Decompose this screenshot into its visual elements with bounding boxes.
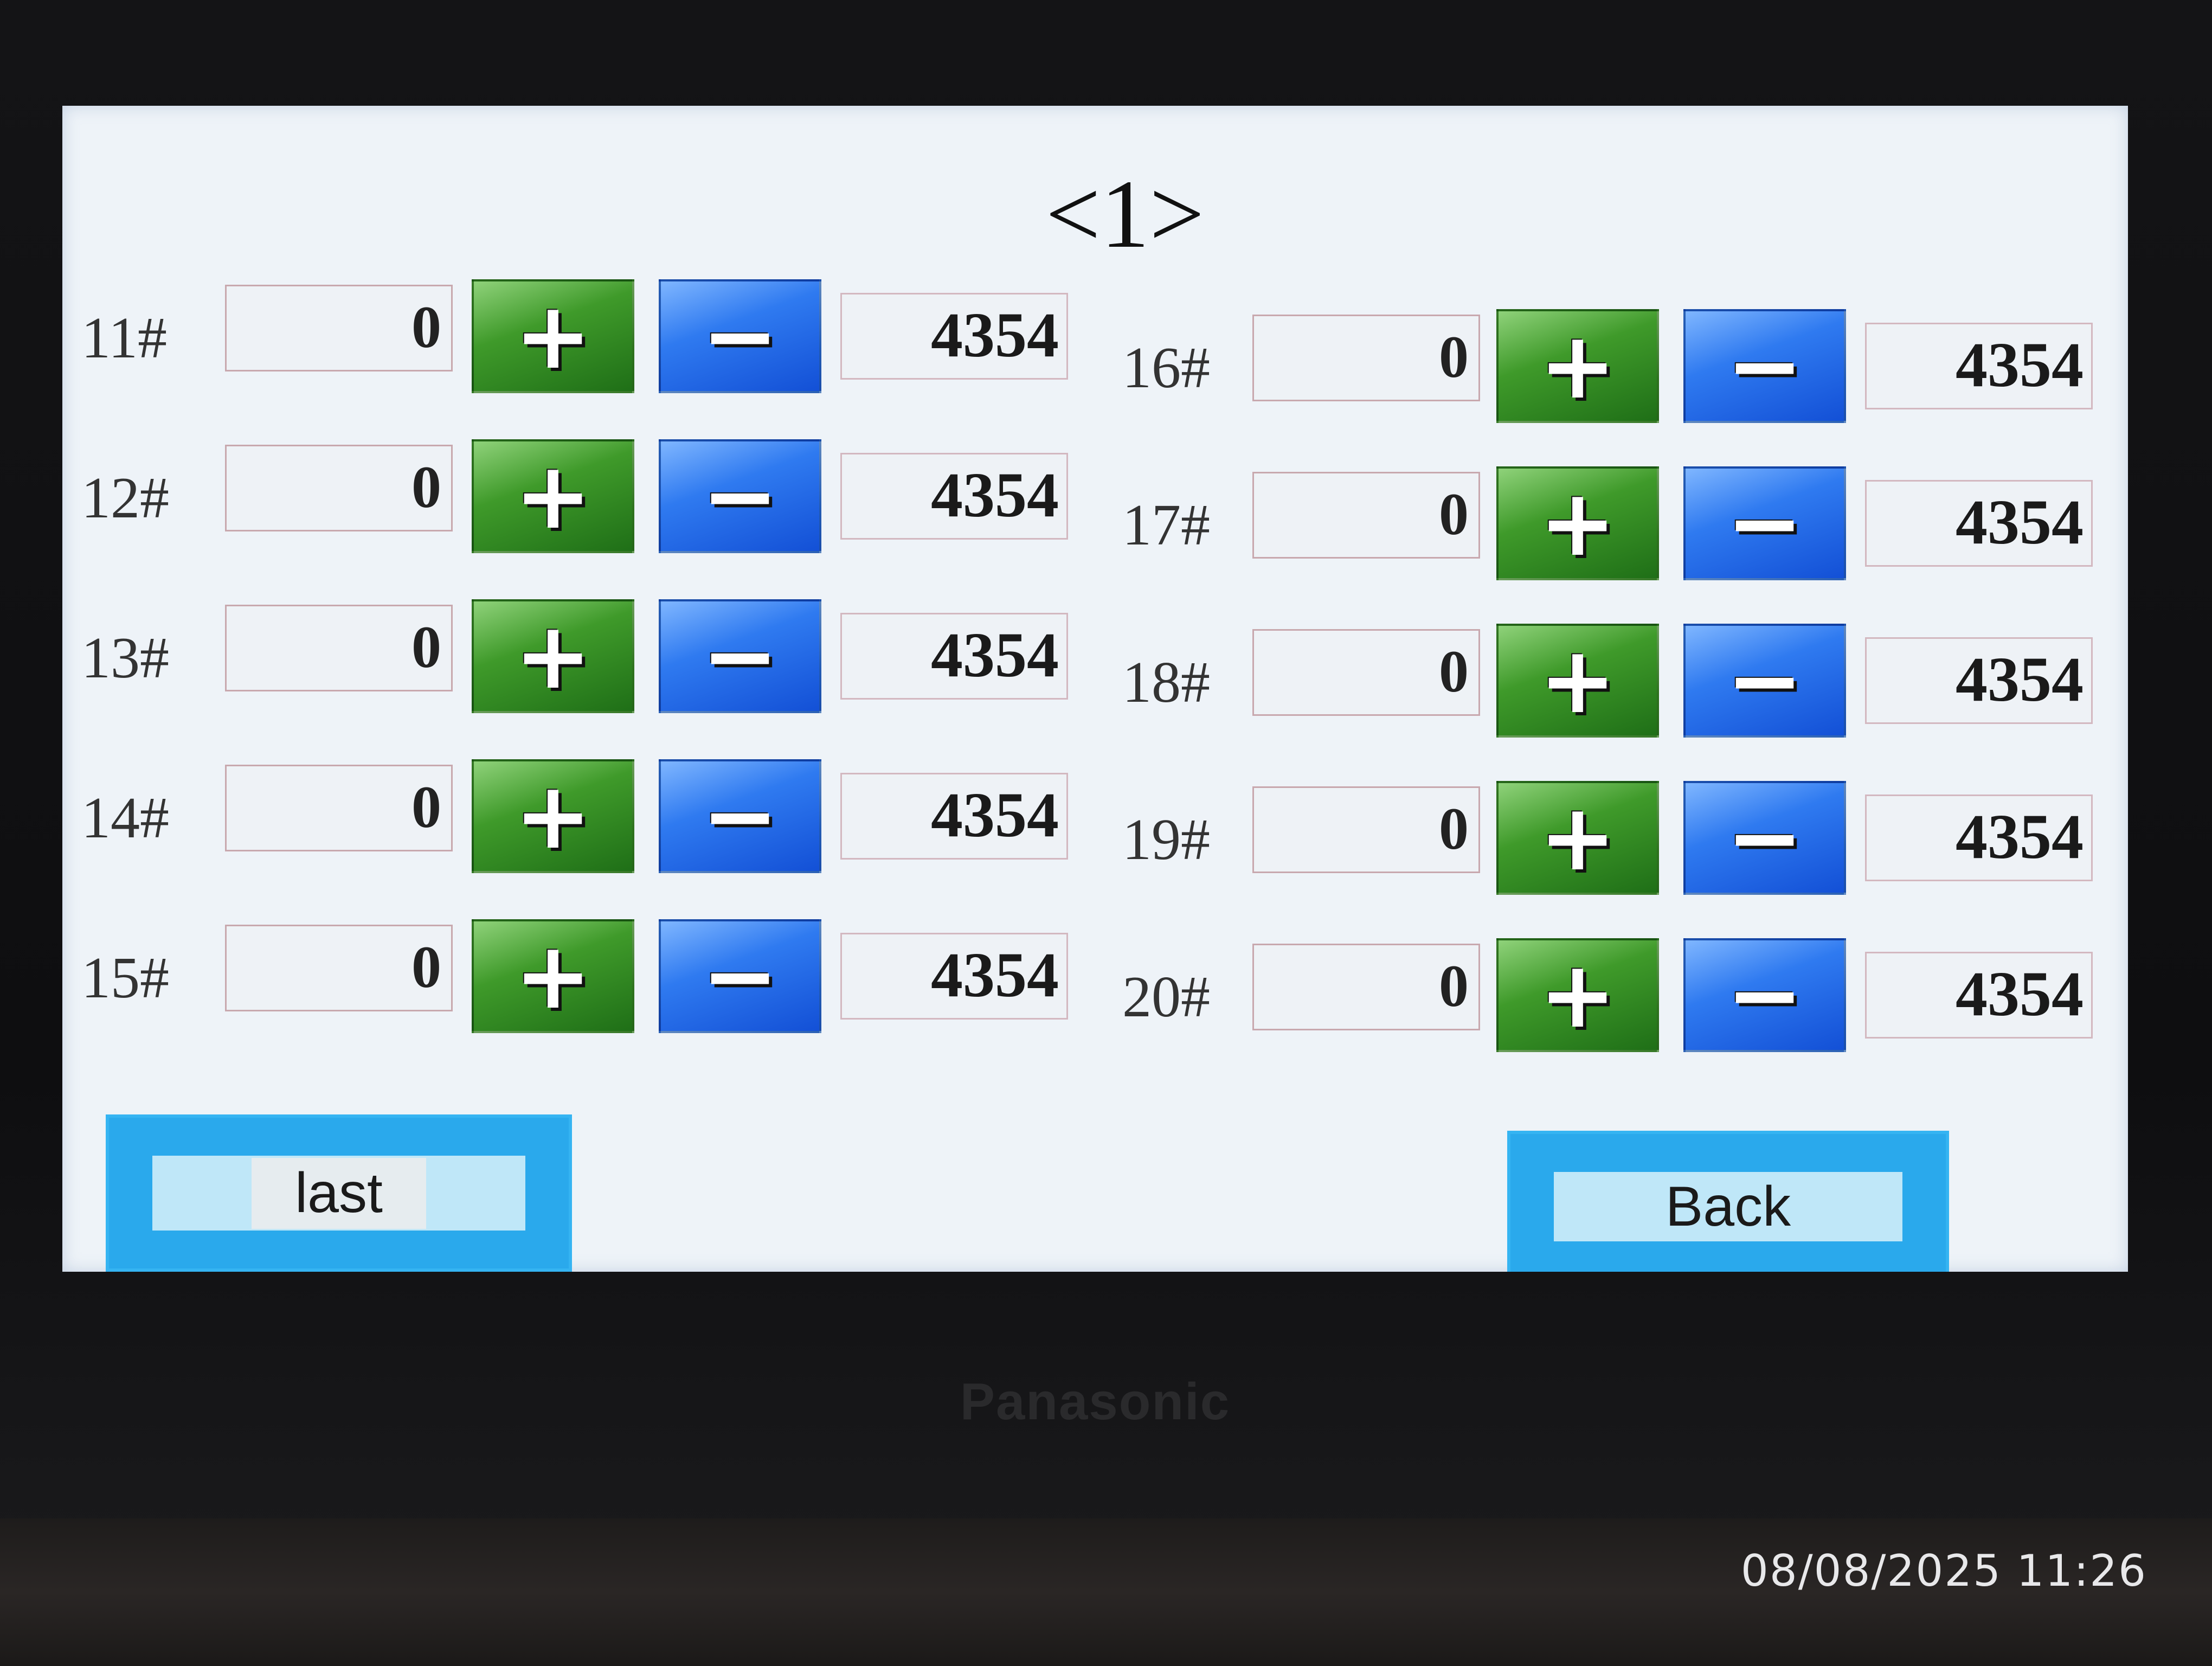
increment-button[interactable]: + [472,279,634,393]
decrement-button[interactable]: − [1683,624,1846,738]
total-display: 4354 [1865,480,2093,567]
plus-icon: + [514,603,592,710]
minus-icon: − [701,922,779,1030]
channel-label: 20# [1122,965,1210,1029]
channel-label: 12# [81,466,169,530]
decrement-button[interactable]: − [1683,938,1846,1052]
minus-icon: − [701,443,779,550]
minus-icon: − [701,603,779,710]
channel-label: 19# [1122,808,1210,872]
total-display: 4354 [1865,323,2093,409]
channel-label: 14# [81,786,169,850]
plus-icon: + [514,283,592,390]
decrement-button[interactable]: − [659,599,821,713]
plus-icon: + [514,443,592,550]
count-field[interactable]: 0 [1252,944,1480,1030]
channel-row-19: 19# 0 + − 4354 [1122,781,2125,911]
increment-button[interactable]: + [1496,938,1659,1052]
channel-label: 16# [1122,336,1210,400]
increment-button[interactable]: + [1496,309,1659,423]
plus-icon: + [1539,627,1617,734]
count-field[interactable]: 0 [1252,472,1480,559]
minus-icon: − [1726,470,1804,577]
decrement-button[interactable]: − [659,279,821,393]
decrement-button[interactable]: − [659,439,821,553]
plus-icon: + [1539,941,1617,1049]
channel-row-11: 11# 0 + − 4354 [81,279,1111,409]
increment-button[interactable]: + [1496,624,1659,738]
increment-button[interactable]: + [472,439,634,553]
hmi-screen: <1> 11# 0 + − 4354 12# 0 + − 4354 13# 0 … [62,106,2128,1272]
minus-icon: − [701,283,779,390]
back-button-label: Back [1665,1175,1791,1238]
last-button-label: last [252,1157,426,1229]
channel-row-15: 15# 0 + − 4354 [81,919,1111,1049]
count-field[interactable]: 0 [225,445,453,531]
plus-icon: + [1539,312,1617,420]
minus-icon: − [701,762,779,870]
channel-row-12: 12# 0 + − 4354 [81,439,1111,569]
brand-logo: Panasonic [960,1373,1231,1431]
channel-label: 18# [1122,650,1210,715]
plus-icon: + [514,762,592,870]
count-field[interactable]: 0 [1252,786,1480,873]
last-button-label-wrap: last [109,1118,569,1268]
decrement-button[interactable]: − [1683,309,1846,423]
total-display: 4354 [840,933,1068,1020]
channel-row-13: 13# 0 + − 4354 [81,599,1111,729]
count-field[interactable]: 0 [225,285,453,371]
total-display: 4354 [840,773,1068,860]
count-field[interactable]: 0 [225,765,453,851]
count-field[interactable]: 0 [1252,629,1480,716]
total-display: 4354 [1865,952,2093,1039]
total-display: 4354 [1865,794,2093,881]
channel-label: 11# [81,306,167,370]
total-display: 4354 [840,453,1068,540]
channel-label: 13# [81,626,169,690]
decrement-button[interactable]: − [1683,781,1846,895]
increment-button[interactable]: + [1496,466,1659,580]
minus-icon: − [1726,312,1804,420]
plus-icon: + [514,922,592,1030]
page-title: <1> [1045,160,1205,268]
decrement-button[interactable]: − [1683,466,1846,580]
total-display: 4354 [840,613,1068,700]
channel-row-17: 17# 0 + − 4354 [1122,466,2125,597]
plus-icon: + [1539,470,1617,577]
count-field[interactable]: 0 [225,605,453,691]
photo-timestamp: 08/08/2025 11:26 [1740,1546,2147,1596]
minus-icon: − [1726,627,1804,734]
decrement-button[interactable]: − [659,759,821,873]
plus-icon: + [1539,784,1617,892]
total-display: 4354 [1865,637,2093,724]
count-field[interactable]: 0 [1252,315,1480,401]
back-button[interactable]: Back [1507,1131,1949,1272]
increment-button[interactable]: + [472,919,634,1033]
channel-row-18: 18# 0 + − 4354 [1122,624,2125,754]
minus-icon: − [1726,784,1804,892]
decrement-button[interactable]: − [659,919,821,1033]
count-field[interactable]: 0 [225,925,453,1011]
last-page-button[interactable]: last [106,1114,572,1272]
minus-icon: − [1726,941,1804,1049]
increment-button[interactable]: + [472,759,634,873]
channel-label: 17# [1122,493,1210,558]
increment-button[interactable]: + [472,599,634,713]
channel-row-14: 14# 0 + − 4354 [81,759,1111,889]
total-display: 4354 [840,293,1068,380]
increment-button[interactable]: + [1496,781,1659,895]
channel-row-16: 16# 0 + − 4354 [1122,309,2125,439]
channel-label: 15# [81,946,169,1010]
channel-row-20: 20# 0 + − 4354 [1122,938,2125,1068]
